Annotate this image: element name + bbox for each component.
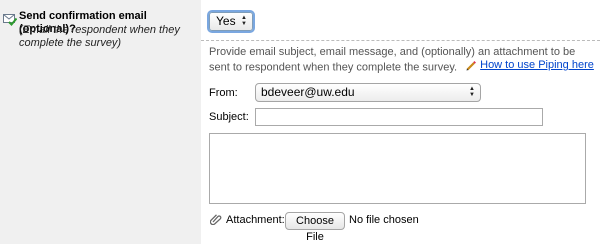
question-note: (Email the respondent when they complete…	[19, 24, 180, 49]
email-description: Provide email subject, email message, an…	[209, 46, 599, 75]
subject-input[interactable]	[255, 108, 543, 126]
from-label: From:	[209, 87, 238, 99]
email-check-icon	[3, 12, 18, 26]
piping-help-link[interactable]: How to use Piping here	[480, 59, 594, 72]
email-message-textarea[interactable]	[209, 133, 586, 204]
from-select[interactable]: bdeveer@uw.edu ▲ ▼	[255, 83, 481, 102]
choose-file-button[interactable]: Choose File	[285, 212, 345, 243]
section-divider	[201, 40, 600, 41]
file-status: No file chosen	[349, 214, 419, 226]
select-arrows-icon: ▲ ▼	[241, 15, 247, 27]
paperclip-icon	[209, 212, 222, 226]
pencil-icon	[466, 60, 477, 71]
attachment-label: Attachment:	[226, 214, 285, 226]
select-arrows-icon: ▲ ▼	[469, 86, 475, 98]
subject-label: Subject:	[209, 111, 249, 123]
from-select-value: bdeveer@uw.edu	[261, 85, 355, 99]
send-email-select[interactable]: Yes ▲ ▼	[209, 12, 253, 31]
send-email-select-value: Yes	[216, 14, 236, 28]
piping-help[interactable]: How to use Piping here	[466, 59, 594, 72]
question-label-panel: Send confirmation email (optional)? (Ema…	[0, 0, 201, 244]
